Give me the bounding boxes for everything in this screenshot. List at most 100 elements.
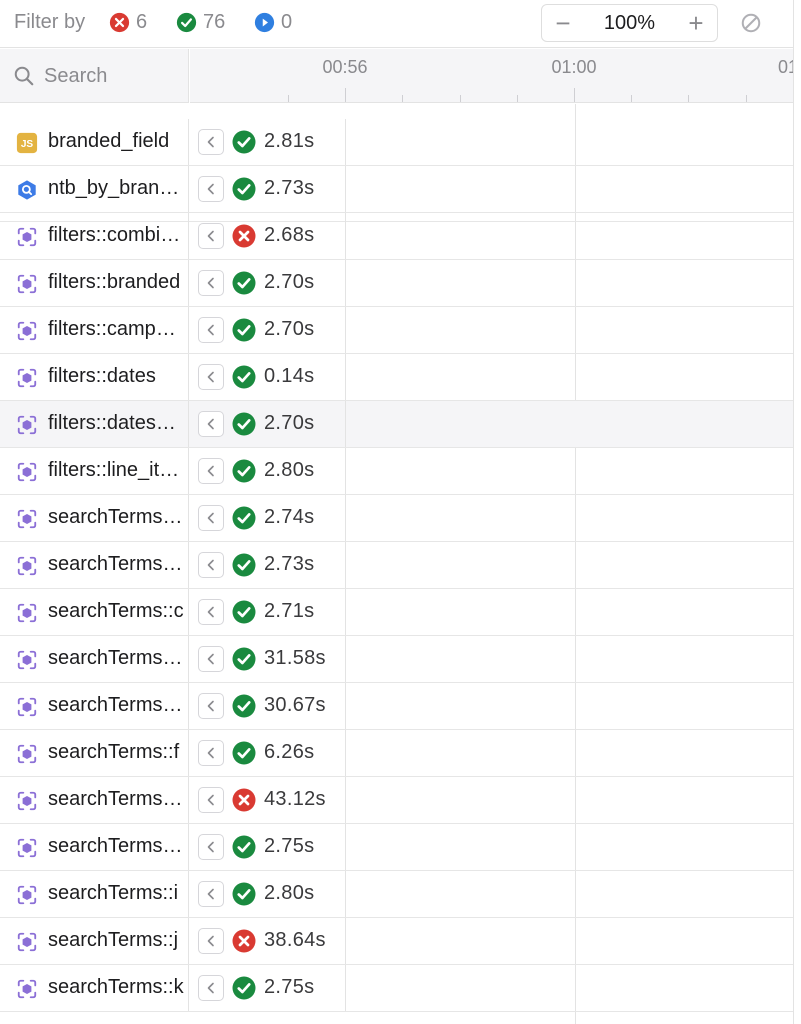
failed-icon: [232, 224, 256, 248]
test-icon: [16, 743, 38, 765]
test-icon: [16, 226, 38, 248]
tick-label: 00:56: [322, 57, 368, 77]
filter-passed[interactable]: 76: [176, 11, 225, 34]
scrollbar-gutter[interactable]: [793, 0, 801, 1024]
collapse-button[interactable]: [198, 364, 224, 390]
test-name: searchTerms::f: [48, 741, 180, 763]
collapse-button[interactable]: [198, 223, 224, 249]
test-row[interactable]: searchTerms::f 6.26s: [0, 730, 793, 777]
test-name: ntb_by_brand_type: [48, 177, 184, 199]
test-name-cell: ntb_by_brand_type: [0, 166, 189, 212]
test-row[interactable]: filters::dates 0.14s: [0, 354, 793, 401]
test-icon: [16, 884, 38, 906]
collapse-button[interactable]: [198, 129, 224, 155]
test-icon: [16, 508, 38, 530]
test-name: branded_field: [48, 130, 170, 152]
test-name-cell: JS branded_field: [0, 119, 189, 165]
search-input[interactable]: [44, 61, 184, 91]
failed-icon: [109, 12, 130, 33]
duration-cell: 2.81s: [190, 119, 346, 165]
filter-running[interactable]: 0: [254, 11, 292, 34]
test-row[interactable]: filters::dates_range 2.70s: [0, 401, 793, 448]
collapse-button[interactable]: [198, 975, 224, 1001]
test-row[interactable]: searchTerms::a 2.74s: [0, 495, 793, 542]
test-row[interactable]: searchTerms::d 31.58s: [0, 636, 793, 683]
timeline-tick: [574, 88, 575, 102]
collapse-button[interactable]: [198, 317, 224, 343]
test-row[interactable]: searchTerms::e 30.67s: [0, 683, 793, 730]
collapse-button[interactable]: [198, 270, 224, 296]
passed-icon: [176, 12, 197, 33]
duration-cell: 2.73s: [190, 542, 346, 588]
duration-cell: 0.14s: [190, 354, 346, 400]
test-duration: 2.71s: [264, 600, 315, 622]
test-name-cell: filters::line_item: [0, 448, 189, 494]
collapse-button[interactable]: [198, 693, 224, 719]
test-row[interactable]: searchTerms::c 2.71s: [0, 589, 793, 636]
test-duration: 2.73s: [264, 553, 315, 575]
collapse-button[interactable]: [198, 646, 224, 672]
test-row[interactable]: filters::branded 2.70s: [0, 260, 793, 307]
test-name-cell: searchTerms::g: [0, 777, 189, 823]
zoom-level: 100%: [603, 12, 656, 34]
test-icon: [16, 837, 38, 859]
collapse-button[interactable]: [198, 505, 224, 531]
collapse-button[interactable]: [198, 740, 224, 766]
duration-cell: 2.70s: [190, 307, 346, 353]
collapse-button[interactable]: [198, 176, 224, 202]
test-row[interactable]: searchTerms::g 43.12s: [0, 777, 793, 824]
test-name-cell: searchTerms::i: [0, 871, 189, 917]
test-row[interactable]: searchTerms::i 2.80s: [0, 871, 793, 918]
test-name: filters::campaign: [48, 318, 184, 340]
test-row[interactable]: ntb_by_brand_type 2.73s: [0, 166, 793, 213]
test-row[interactable]: searchTerms::b 2.73s: [0, 542, 793, 589]
zoom-in-button[interactable]: +: [683, 10, 709, 36]
passed-icon: [232, 835, 256, 859]
test-name: filters::dates: [48, 365, 156, 387]
passed-icon: [232, 506, 256, 530]
zoom-control: − 100% +: [541, 4, 718, 42]
timeline-header: 00:56 01:00 01: [190, 49, 793, 103]
tick-label: 01:00: [551, 57, 597, 77]
test-row[interactable]: filters::line_item 2.80s: [0, 448, 793, 495]
test-icon: [16, 978, 38, 1000]
zoom-out-button[interactable]: −: [550, 10, 576, 36]
collapse-button[interactable]: [198, 787, 224, 813]
test-duration: 2.74s: [264, 506, 315, 528]
collapse-button[interactable]: [198, 599, 224, 625]
test-name: filters::dates_range: [48, 412, 184, 434]
collapse-button[interactable]: [198, 928, 224, 954]
test-row[interactable]: filters::campaign 2.70s: [0, 307, 793, 354]
duration-cell: 30.67s: [190, 683, 346, 729]
collapse-button[interactable]: [198, 834, 224, 860]
test-duration: 31.58s: [264, 647, 326, 669]
collapse-button[interactable]: [198, 411, 224, 437]
test-row[interactable]: searchTerms::j 38.64s: [0, 918, 793, 965]
passed-icon: [232, 647, 256, 671]
block-icon[interactable]: [740, 12, 762, 34]
collapse-button[interactable]: [198, 458, 224, 484]
running-icon: [254, 12, 275, 33]
test-duration: 2.75s: [264, 835, 315, 857]
test-name-cell: searchTerms::c: [0, 589, 189, 635]
filter-bar: Filter by 6 76 0 − 100% +: [0, 0, 801, 48]
duration-cell: 31.58s: [190, 636, 346, 682]
test-name-cell: searchTerms::b: [0, 542, 189, 588]
test-name: searchTerms::d: [48, 647, 184, 669]
test-row[interactable]: filters::combined 2.68s: [0, 213, 793, 260]
query-icon: [16, 179, 38, 201]
collapse-button[interactable]: [198, 552, 224, 578]
test-name-cell: searchTerms::k: [0, 965, 189, 1011]
test-row[interactable]: JS branded_field 2.81s: [0, 119, 793, 166]
collapse-button[interactable]: [198, 881, 224, 907]
failed-icon: [232, 788, 256, 812]
test-icon: [16, 696, 38, 718]
test-name: searchTerms::e: [48, 694, 184, 716]
test-row[interactable]: searchTerms::k 2.75s: [0, 965, 793, 1012]
test-duration: 2.81s: [264, 130, 315, 152]
filter-failed[interactable]: 6: [109, 11, 147, 34]
passed-icon: [232, 882, 256, 906]
test-name: searchTerms::h: [48, 835, 184, 857]
passed-icon: [232, 459, 256, 483]
test-row[interactable]: searchTerms::h 2.75s: [0, 824, 793, 871]
